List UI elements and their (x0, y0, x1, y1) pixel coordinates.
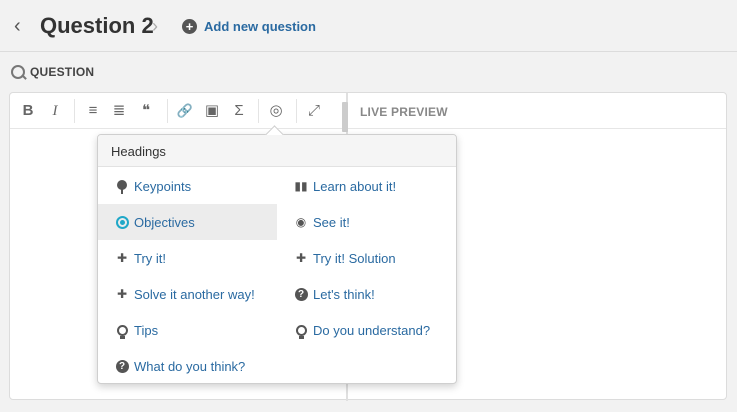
bulb-icon (294, 323, 308, 339)
toolbar-divider (167, 99, 168, 123)
numbered-list-button[interactable]: ≣ (110, 102, 128, 120)
headings-dropdown: Headings Keypoints ▮▮ Learn about it! Ob… (97, 134, 457, 384)
bullet-list-button[interactable]: ≡ (84, 102, 102, 120)
heading-item-tips[interactable]: Tips (98, 312, 277, 348)
question-circle-icon: ? (115, 359, 129, 373)
question-header: ‹ Question 2 › + Add new question (0, 0, 737, 52)
target-icon (115, 215, 129, 229)
question-circle-icon: ? (294, 287, 308, 301)
heading-item-learn-about-it[interactable]: ▮▮ Learn about it! (277, 168, 456, 204)
heading-item-label: Do you understand? (313, 322, 431, 338)
heading-item-label: Tips (134, 322, 159, 338)
section-title: QUESTION (30, 65, 95, 79)
question-search-icon (11, 65, 25, 79)
italic-button[interactable]: I (48, 102, 62, 120)
toolbar-divider (258, 99, 259, 123)
plus-circle-icon: + (182, 18, 197, 34)
puzzle-icon: ✚ (116, 251, 128, 265)
add-question-label: Add new question (204, 18, 316, 34)
heading-item-label: Objectives (134, 214, 195, 230)
section-label: QUESTION (11, 65, 94, 79)
heading-item-label: Try it! Solution (313, 250, 396, 266)
heading-item-label: Try it! (134, 250, 167, 266)
bold-button[interactable]: B (20, 102, 36, 120)
dropdown-header: Headings (98, 135, 456, 167)
link-button[interactable]: 🔗 (176, 102, 194, 120)
puzzle-icon: ✚ (295, 251, 307, 265)
bulb-icon (115, 323, 129, 339)
chevron-right-icon[interactable]: › (152, 16, 166, 36)
heading-item-try-it[interactable]: ✚ Try it! (98, 240, 277, 276)
heading-item-try-it-solution[interactable]: ✚ Try it! Solution (277, 240, 456, 276)
page-title: Question 2 (40, 13, 154, 38)
heading-item-objectives[interactable]: Objectives (98, 204, 277, 240)
heading-item-label: Solve it another way! (134, 286, 255, 302)
toolbar-divider (296, 99, 297, 123)
chevron-left-icon[interactable]: ‹ (14, 16, 32, 36)
heading-item-label: See it! (313, 214, 350, 230)
heading-item-do-you-understand[interactable]: Do you understand? (277, 312, 456, 348)
book-icon: ▮▮ (294, 179, 308, 193)
live-preview-label: LIVE PREVIEW (360, 105, 448, 119)
quote-button[interactable]: ❝ (137, 102, 155, 120)
heading-item-see-it[interactable]: ◉ See it! (277, 204, 456, 240)
add-question-button[interactable]: + Add new question (182, 17, 316, 35)
heading-item-what-do-you-think[interactable]: ? What do you think? (98, 348, 277, 384)
dropdown-title: Headings (111, 144, 166, 159)
heading-item-solve-it-another-way[interactable]: ✚ Solve it another way! (98, 276, 277, 312)
eye-icon: ◉ (295, 215, 307, 229)
puzzle-icon: ✚ (116, 287, 128, 301)
pin-icon (115, 179, 129, 194)
heading-item-label: Keypoints (134, 178, 192, 194)
headings-button[interactable]: ◎ (267, 102, 285, 120)
heading-item-label: What do you think? (134, 358, 246, 374)
toolbar-divider (74, 99, 75, 123)
heading-item-lets-think[interactable]: ? Let's think! (277, 276, 456, 312)
formula-button[interactable]: Σ (230, 102, 248, 120)
fullscreen-button[interactable]: ⤢ (305, 102, 323, 120)
live-preview-header: LIVE PREVIEW (348, 93, 726, 129)
heading-item-label: Let's think! (313, 286, 375, 302)
heading-item-label: Learn about it! (313, 178, 397, 194)
heading-item-keypoints[interactable]: Keypoints (98, 168, 277, 204)
editor-toolbar: B I ≡ ≣ ❝ 🔗 ▣ Σ ◎ ⤢ (10, 93, 344, 129)
image-button[interactable]: ▣ (203, 102, 221, 120)
